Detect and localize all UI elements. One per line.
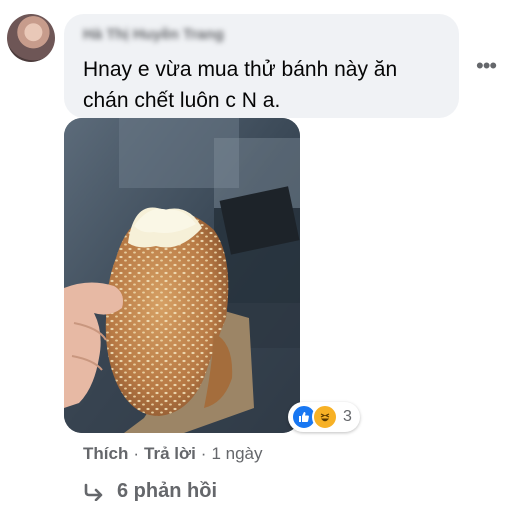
like-button[interactable]: Thích xyxy=(83,444,128,464)
comment-photo[interactable] xyxy=(64,118,300,433)
comment-author-name[interactable]: Hà Thị Huyền Trang xyxy=(83,26,224,43)
commenter-avatar[interactable] xyxy=(7,14,55,62)
separator-dot: · xyxy=(133,444,140,463)
separator-dot: · xyxy=(200,444,207,463)
view-replies-button[interactable]: 6 phản hồi xyxy=(83,480,217,503)
comment-text: Hnay e vừa mua thử bánh này ăn chán chết… xyxy=(83,58,398,112)
reply-arrow-icon xyxy=(84,483,103,501)
comment-timestamp[interactable]: 1 ngày xyxy=(211,444,262,464)
more-options-icon[interactable]: ••• xyxy=(476,55,497,77)
comment-bubble: Hà Thị Huyền Trang Hnay e vừa mua thử bá… xyxy=(64,14,459,118)
reaction-count: 3 xyxy=(343,408,352,425)
replies-label: 6 phản hồi xyxy=(117,480,217,502)
comment-actions: Thích · Trả lời · 1 ngày xyxy=(83,444,263,464)
haha-reaction-icon xyxy=(312,404,338,430)
reactions-summary[interactable]: 3 xyxy=(288,402,360,432)
reply-button[interactable]: Trả lời xyxy=(144,444,196,464)
